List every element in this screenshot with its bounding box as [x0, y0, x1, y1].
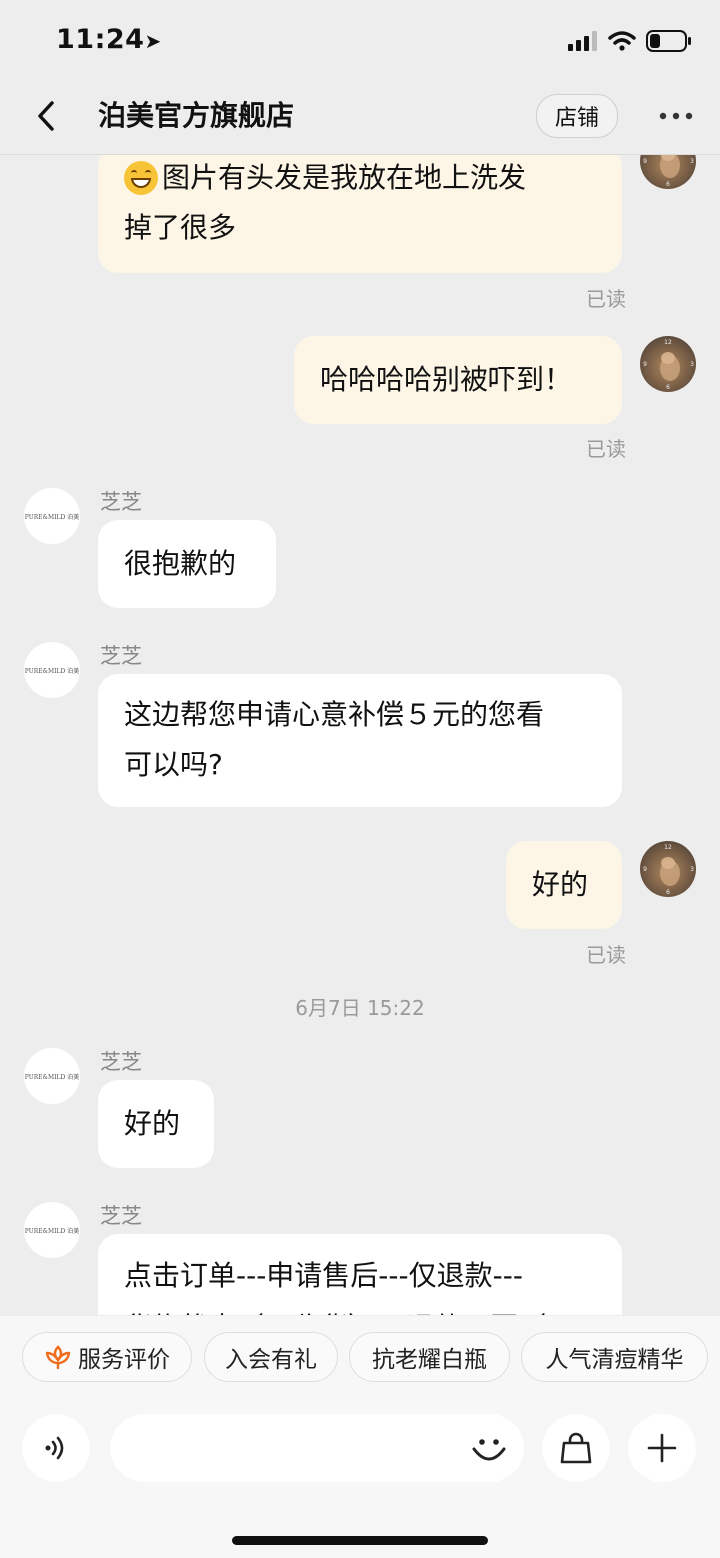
- shop-avatar[interactable]: PURE&MILD 泊美: [24, 1202, 80, 1258]
- read-receipt: 已读: [586, 287, 626, 311]
- message-bubble-shop[interactable]: 这边帮您申请心意补偿５元的您看 可以吗?: [98, 674, 622, 807]
- chat-list[interactable]: 12 3 6 9 图片有头发是我放在地上洗发 掉了很多 已读 12 3 6 9 哈哈哈哈别被…: [0, 155, 720, 1315]
- svg-text:9: 9: [643, 158, 647, 165]
- quick-reply-product-1[interactable]: 抗老耀白瓶: [349, 1332, 510, 1382]
- more-dots-icon: [659, 112, 693, 120]
- chip-label: 抗老耀白瓶: [372, 1347, 487, 1373]
- signal-icon: [568, 31, 597, 51]
- message-text: 点击订单---申请售后---仅退款---: [124, 1259, 523, 1292]
- svg-text:9: 9: [643, 866, 647, 873]
- read-receipt: 已读: [586, 943, 626, 967]
- quick-reply-bar: 服务评价 入会有礼 抗老耀白瓶 人气清痘精华: [0, 1316, 720, 1402]
- voice-button[interactable]: [22, 1414, 90, 1482]
- svg-text:3: 3: [690, 361, 694, 368]
- grin-emoji-icon: [124, 161, 158, 195]
- nav-bar: 泊美官方旗舰店 店铺: [0, 78, 720, 155]
- plus-icon: [647, 1433, 677, 1463]
- location-arrow-icon: ➤: [144, 29, 162, 53]
- message-input[interactable]: [110, 1414, 524, 1482]
- message-bubble-shop[interactable]: 好的: [98, 1080, 214, 1168]
- emoji-button[interactable]: [466, 1426, 512, 1472]
- svg-text:12: 12: [664, 844, 672, 851]
- message-bubble-shop[interactable]: 很抱歉的: [98, 520, 276, 608]
- input-bar: [0, 1402, 720, 1558]
- message-text: 图片有头发是我放在地上洗发: [162, 161, 527, 194]
- smile-icon: [472, 1439, 506, 1461]
- quick-reply-service-rating[interactable]: 服务评价: [22, 1332, 192, 1382]
- svg-text:6: 6: [666, 384, 670, 391]
- message-timestamp: 6月7日 15:22: [295, 996, 425, 1020]
- home-indicator[interactable]: [232, 1536, 488, 1545]
- svg-text:6: 6: [666, 889, 670, 896]
- message-text: 可以吗?: [124, 748, 223, 781]
- shop-avatar[interactable]: PURE&MILD 泊美: [24, 488, 80, 544]
- sender-name: 芝芝: [100, 1050, 142, 1074]
- message-text: 货物状态（已收货）---退款原因（: [124, 1302, 596, 1315]
- flower-icon: [45, 1345, 71, 1370]
- product-bag-button[interactable]: [542, 1414, 610, 1482]
- message-bubble-me[interactable]: 好的: [506, 841, 622, 929]
- quick-reply-membership[interactable]: 入会有礼: [204, 1332, 338, 1382]
- voice-icon: [45, 1436, 64, 1460]
- more-button[interactable]: [654, 96, 698, 136]
- status-indicators: [568, 30, 692, 52]
- shop-avatar[interactable]: PURE&MILD 泊美: [24, 642, 80, 698]
- chip-label: 服务评价: [78, 1347, 170, 1373]
- message-text: 这边帮您申请心意补偿５元的您看: [124, 698, 545, 731]
- my-avatar[interactable]: 12 3 6 9: [640, 336, 696, 392]
- chip-label: 入会有礼: [225, 1347, 317, 1373]
- message-text: 好的: [532, 868, 589, 901]
- my-avatar[interactable]: 12369: [640, 155, 696, 189]
- my-avatar[interactable]: 12 3 6 9: [640, 841, 696, 897]
- sender-name: 芝芝: [100, 1204, 142, 1228]
- sender-name: 芝芝: [100, 644, 142, 668]
- svg-text:9: 9: [643, 361, 647, 368]
- avatar-photo: 12369: [643, 155, 694, 188]
- shopping-bag-icon: [560, 1432, 592, 1464]
- svg-text:3: 3: [690, 158, 694, 165]
- sender-name: 芝芝: [100, 490, 142, 514]
- svg-text:6: 6: [666, 181, 670, 188]
- shop-button[interactable]: 店铺: [536, 94, 618, 138]
- message-text: 哈哈哈哈别被吓到！: [320, 363, 573, 396]
- battery-icon: [646, 30, 691, 52]
- message-bubble-me[interactable]: 哈哈哈哈别被吓到！: [294, 336, 622, 424]
- chip-label: 人气清痘精华: [545, 1347, 684, 1373]
- message-text: 掉了很多: [124, 211, 237, 244]
- back-button[interactable]: [28, 96, 64, 136]
- svg-text:3: 3: [690, 866, 694, 873]
- more-actions-button[interactable]: [628, 1414, 696, 1482]
- shop-avatar[interactable]: PURE&MILD 泊美: [24, 1048, 80, 1104]
- wifi-icon: [608, 31, 636, 51]
- message-bubble-shop[interactable]: 点击订单---申请售后---仅退款--- 货物状态（已收货）---退款原因（: [98, 1234, 622, 1315]
- message-text: 很抱歉的: [124, 547, 237, 580]
- avatar-photo: 12 3 6 9: [643, 339, 694, 391]
- svg-text:12: 12: [664, 339, 672, 346]
- message-text: 好的: [124, 1107, 181, 1140]
- read-receipt: 已读: [586, 437, 626, 461]
- quick-reply-product-2[interactable]: 人气清痘精华: [521, 1332, 708, 1382]
- message-bubble-me[interactable]: 图片有头发是我放在地上洗发 掉了很多: [98, 155, 622, 273]
- store-title: 泊美官方旗舰店: [98, 99, 295, 132]
- back-chevron-icon: [38, 101, 54, 131]
- status-time: 11:24➤: [56, 24, 162, 55]
- avatar-photo: 12 3 6 9: [643, 844, 694, 896]
